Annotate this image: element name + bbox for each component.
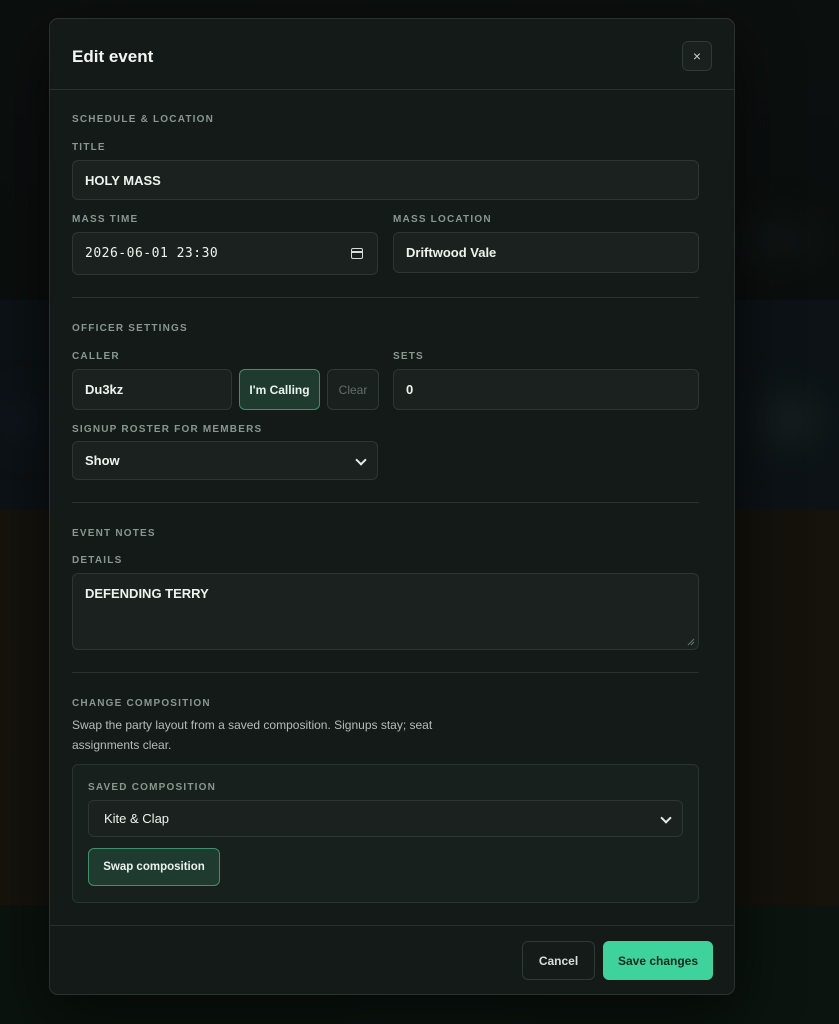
mass-location-label: MASS LOCATION [393, 214, 492, 225]
sets-input[interactable]: 0 [393, 369, 699, 410]
composition-section-label: CHANGE COMPOSITION [72, 698, 211, 709]
im-calling-button[interactable]: I'm Calling [239, 369, 320, 410]
title-value: HOLY MASS [85, 172, 161, 188]
mass-time-label: MASS TIME [72, 214, 139, 225]
saved-composition-select[interactable]: Kite & Clap [88, 800, 683, 837]
mass-location-value: Driftwood Vale [406, 245, 497, 260]
saved-composition-value: Kite & Clap [104, 811, 170, 826]
save-changes-button[interactable]: Save changes [603, 941, 713, 980]
close-button[interactable]: × [682, 41, 712, 71]
officer-section-label: OFFICER SETTINGS [72, 323, 188, 334]
schedule-section-label: SCHEDULE & LOCATION [72, 114, 215, 125]
caller-input[interactable]: Du3kz [72, 369, 232, 410]
cancel-button[interactable]: Cancel [522, 941, 595, 980]
mass-time-input[interactable]: 2026-06-01 23:30 [72, 232, 378, 275]
details-label: DETAILS [72, 555, 123, 566]
dialog-header: Edit event × [50, 19, 734, 90]
help-line-2: assignments clear. [72, 738, 172, 752]
chevron-down-icon [660, 811, 672, 824]
mass-location-input[interactable]: Driftwood Vale [393, 232, 699, 273]
help-line-1: Swap the party layout from a saved compo… [72, 718, 433, 732]
mass-time-value: 2026-06-01 23:30 [85, 246, 219, 261]
chevron-down-icon [355, 453, 367, 466]
section-divider [72, 672, 699, 673]
composition-help-text: Swap the party layout from a saved compo… [72, 715, 492, 755]
swap-composition-button[interactable]: Swap composition [88, 848, 220, 886]
title-input[interactable]: HOLY MASS [72, 160, 699, 200]
details-value: DEFENDING TERRY [85, 586, 209, 601]
roster-select[interactable]: Show [72, 441, 378, 480]
footer-divider [50, 925, 734, 926]
title-label: TITLE [72, 142, 106, 153]
caller-label: CALLER [72, 351, 120, 362]
composition-panel: SAVED COMPOSITION Kite & Clap Swap compo… [72, 764, 699, 903]
sets-value: 0 [406, 382, 414, 397]
edit-event-dialog: Edit event × SCHEDULE & LOCATION TITLE H… [49, 18, 735, 995]
roster-value: Show [85, 453, 120, 468]
roster-label: SIGNUP ROSTER FOR MEMBERS [72, 424, 263, 435]
section-divider [72, 297, 699, 298]
caller-value: Du3kz [85, 382, 124, 397]
clear-caller-button[interactable]: Clear [327, 369, 379, 410]
resize-handle-icon[interactable] [687, 638, 695, 646]
dialog-title: Edit event [72, 47, 154, 66]
notes-section-label: EVENT NOTES [72, 528, 156, 539]
details-textarea[interactable]: DEFENDING TERRY [72, 573, 699, 650]
sets-label: SETS [393, 351, 424, 362]
section-divider [72, 502, 699, 503]
calendar-icon[interactable] [351, 248, 363, 259]
close-icon: × [692, 48, 702, 64]
saved-composition-label: SAVED COMPOSITION [88, 782, 217, 793]
